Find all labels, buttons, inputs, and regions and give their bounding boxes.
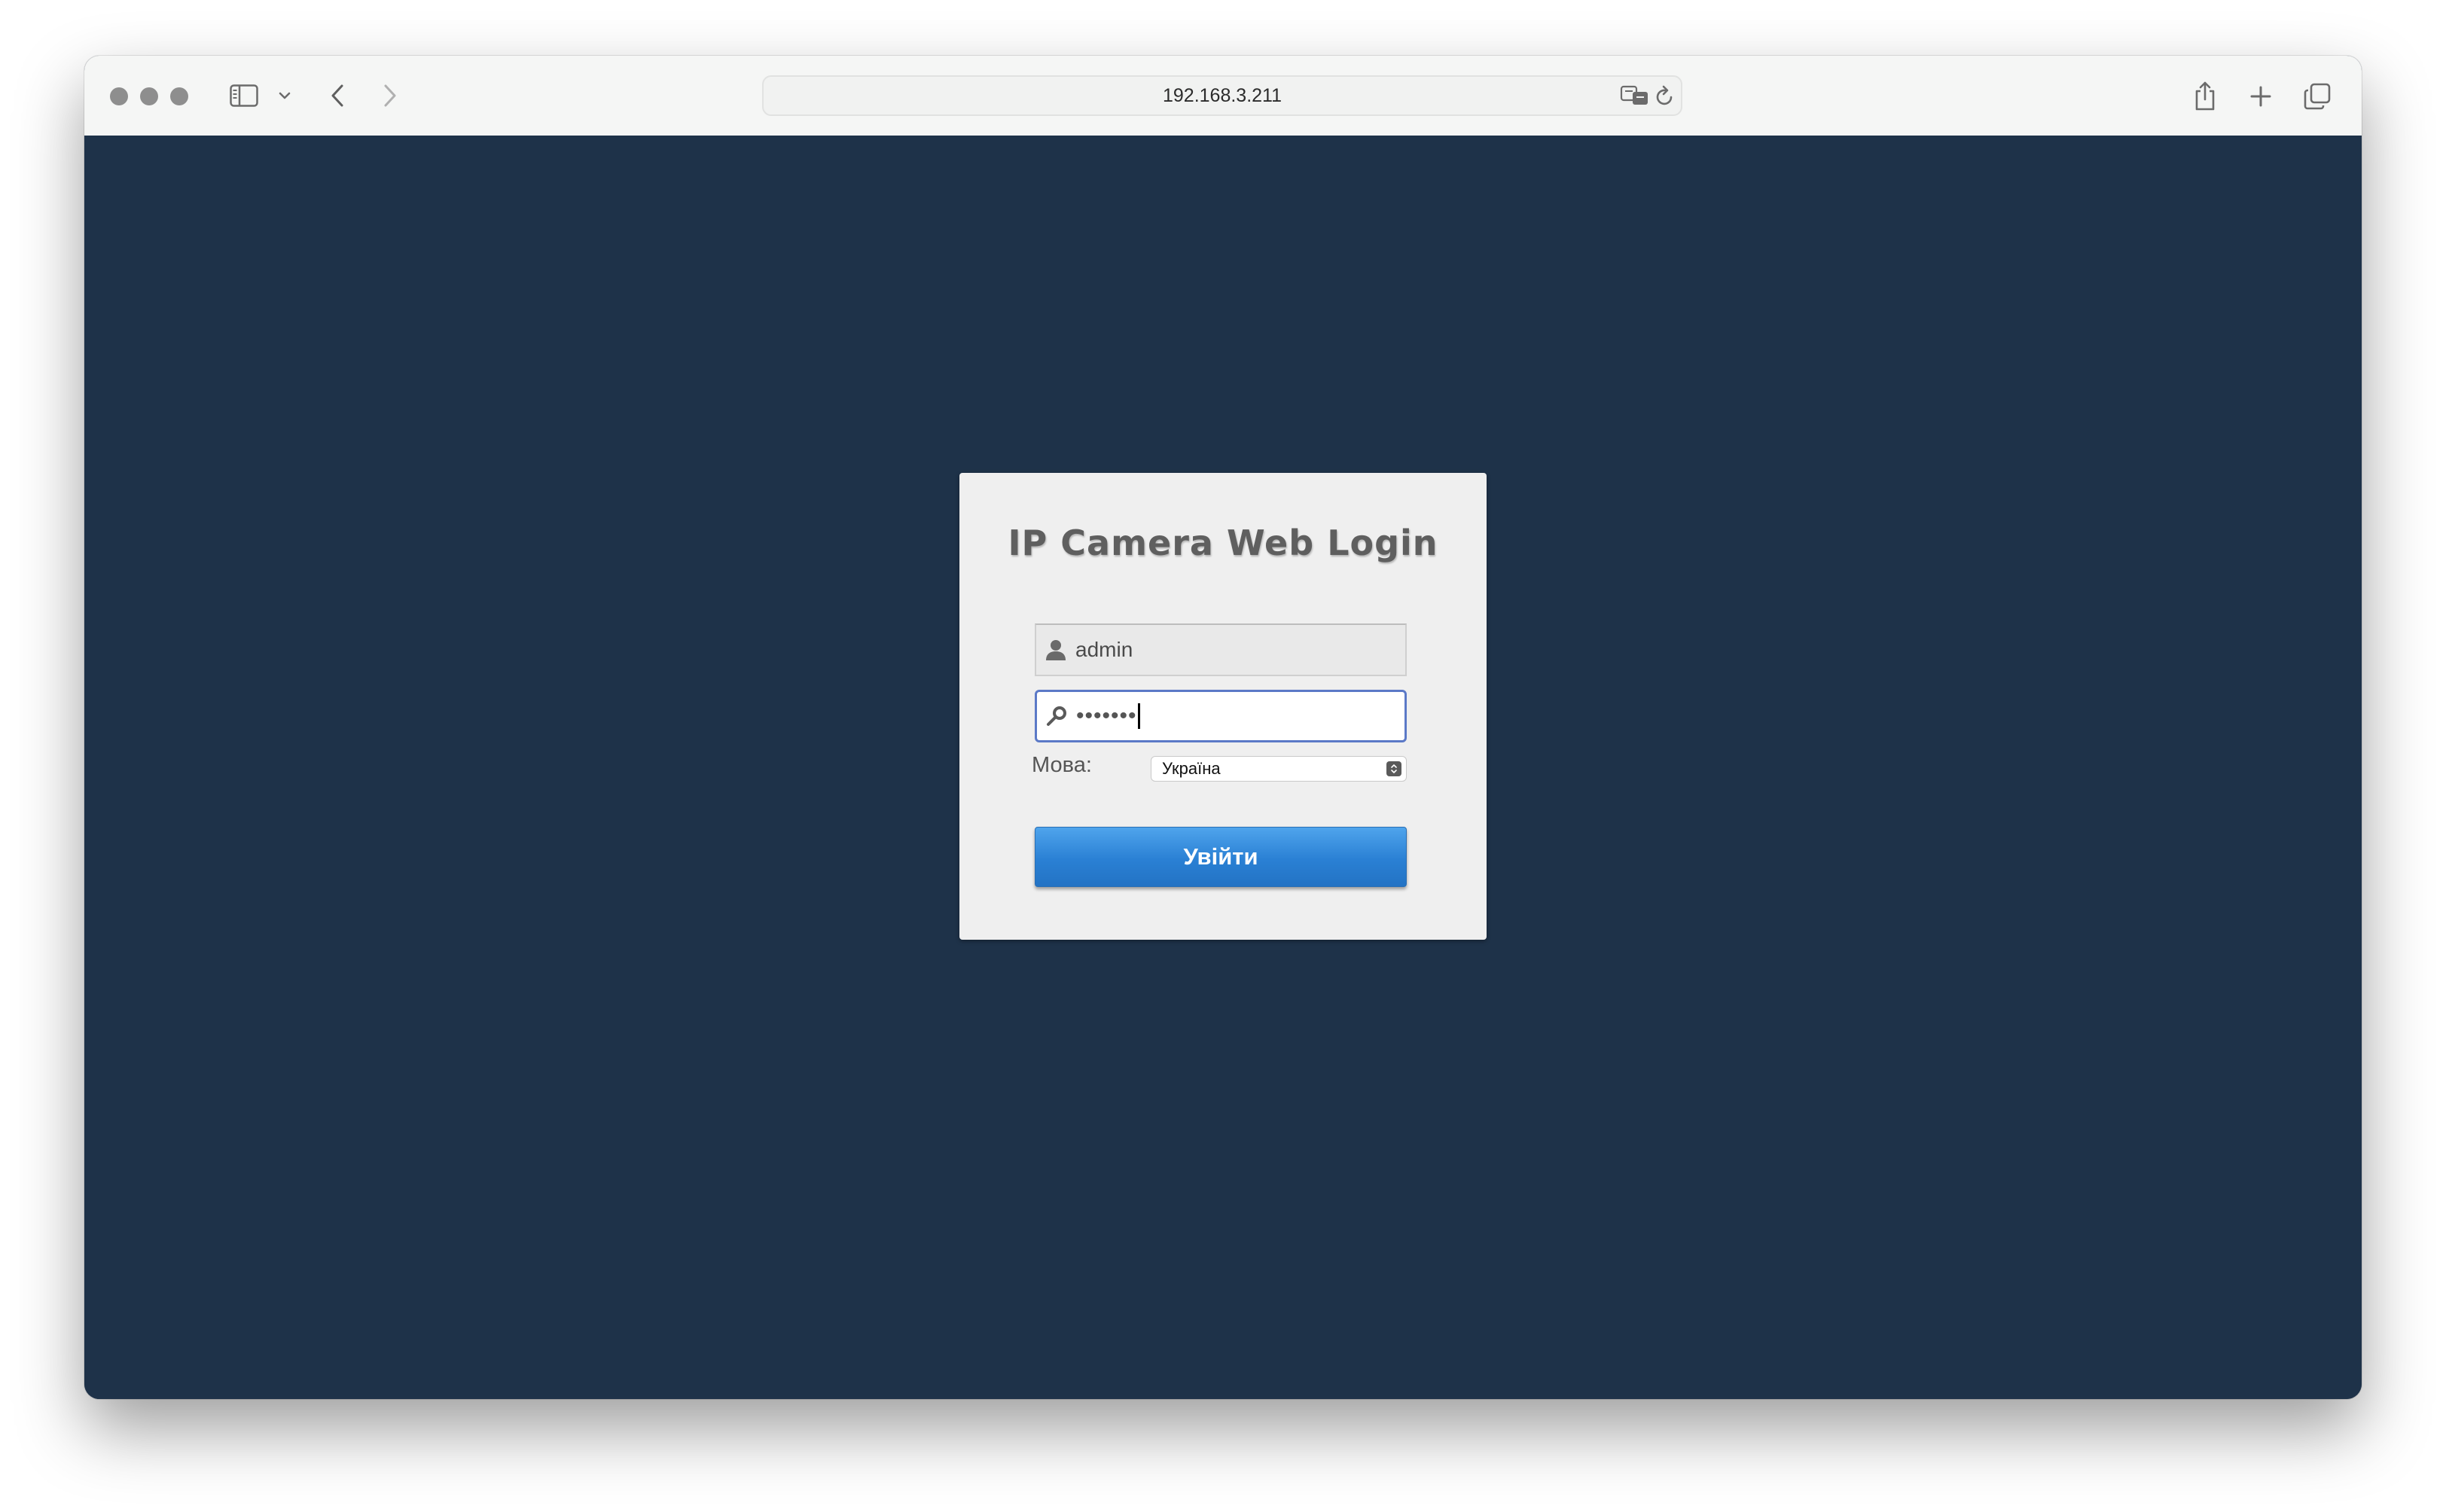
close-window-button[interactable] xyxy=(110,87,128,105)
reload-icon[interactable] xyxy=(1654,84,1676,107)
minimize-window-button[interactable] xyxy=(140,87,158,105)
address-bar[interactable]: 192.168.3.211 xyxy=(762,75,1682,116)
new-tab-icon[interactable] xyxy=(2246,81,2276,111)
share-icon[interactable] xyxy=(2190,78,2220,113)
login-button[interactable]: Увійти xyxy=(1035,827,1407,887)
key-icon xyxy=(1037,692,1076,740)
login-panel: IP Camera Web Login ••••••• xyxy=(959,473,1487,940)
language-selected-value: Україна xyxy=(1162,759,1221,778)
username-field[interactable] xyxy=(1035,623,1407,676)
username-input[interactable] xyxy=(1075,638,1392,662)
browser-toolbar: 192.168.3.211 xyxy=(84,56,2362,136)
chevron-down-icon[interactable] xyxy=(276,86,294,105)
tab-overview-icon[interactable] xyxy=(2301,81,2333,111)
translate-icon[interactable] xyxy=(1619,84,1651,107)
language-select[interactable]: Україна xyxy=(1151,756,1407,782)
browser-window: 192.168.3.211 IP Camera Web Login admin … xyxy=(84,56,2362,1399)
zoom-window-button[interactable] xyxy=(170,87,188,105)
text-caret xyxy=(1137,703,1140,729)
back-icon[interactable] xyxy=(324,81,351,110)
sidebar-icon[interactable] xyxy=(229,81,259,110)
url-text: 192.168.3.211 xyxy=(1162,84,1282,106)
language-label: Мова: xyxy=(1032,753,1092,777)
page-content: IP Camera Web Login ••••••• xyxy=(84,136,2362,1399)
password-field[interactable]: ••••••• xyxy=(1035,690,1407,742)
user-icon xyxy=(1036,625,1075,675)
forward-icon[interactable] xyxy=(377,81,404,110)
login-title: IP Camera Web Login xyxy=(1008,523,1438,563)
password-input[interactable]: ••••••• xyxy=(1076,703,1137,729)
select-arrows-icon xyxy=(1386,761,1401,776)
